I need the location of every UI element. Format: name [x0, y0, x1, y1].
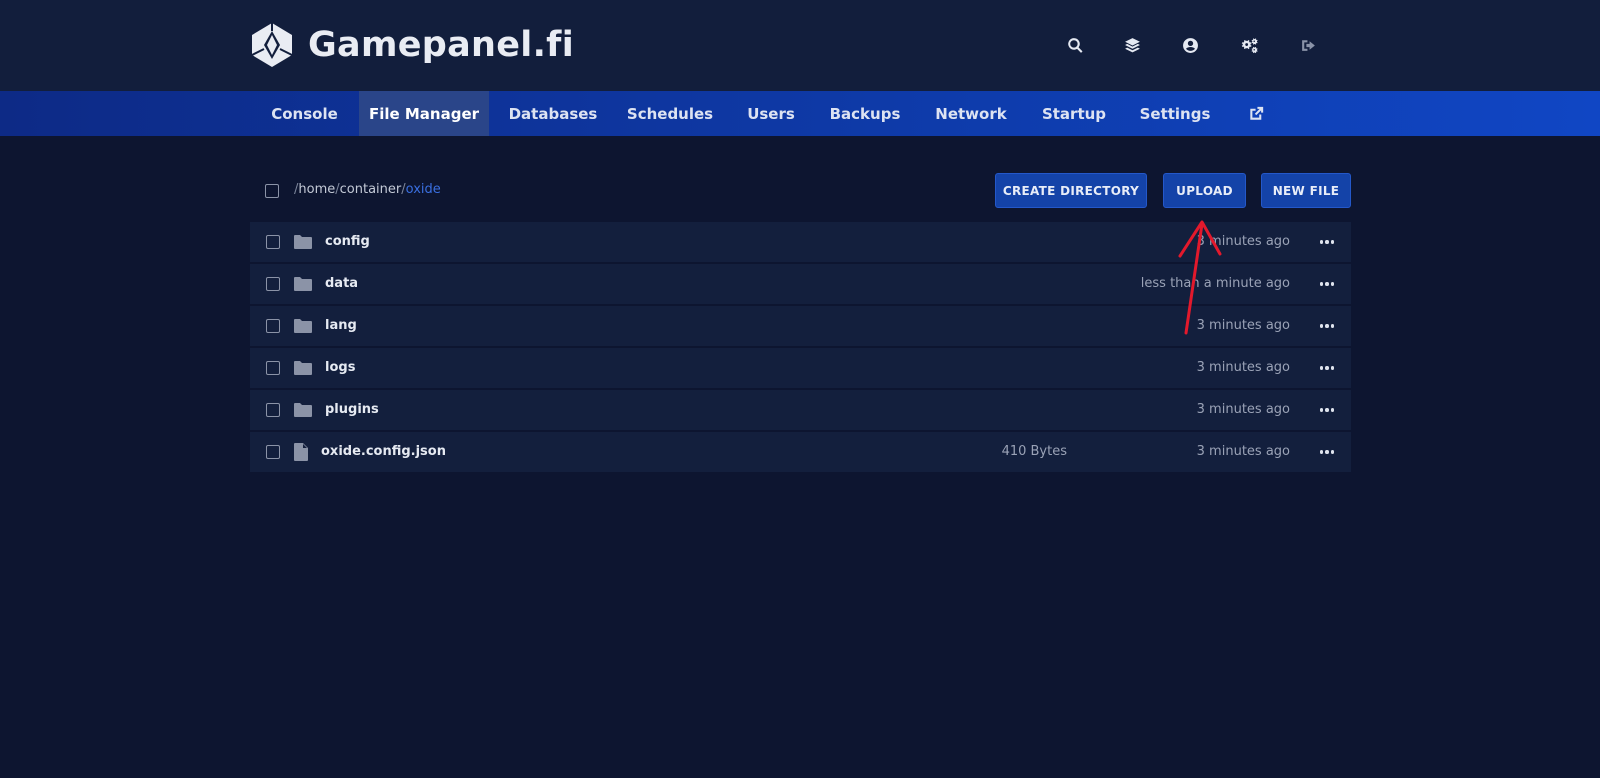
layers-icon[interactable] [1117, 30, 1147, 60]
file-name: config [325, 234, 370, 249]
row-checkbox[interactable] [266, 319, 280, 333]
account-icon[interactable] [1175, 30, 1205, 60]
file-row-data[interactable]: data less than a minute ago [250, 264, 1351, 304]
more-options-icon[interactable] [1315, 358, 1339, 378]
select-all-checkbox[interactable] [265, 184, 279, 198]
new-file-button[interactable]: NEW FILE [1261, 173, 1351, 208]
breadcrumb: / home / container / oxide [294, 182, 441, 197]
gamepanel-logo-icon [251, 23, 293, 67]
file-row-lang[interactable]: lang 3 minutes ago [250, 306, 1351, 346]
file-name: lang [325, 318, 357, 333]
more-options-icon[interactable] [1315, 400, 1339, 420]
row-checkbox[interactable] [266, 445, 280, 459]
tab-backups[interactable]: Backups [822, 91, 908, 136]
file-row-oxide-config-json[interactable]: oxide.config.json 410 Bytes 3 minutes ag… [250, 432, 1351, 472]
row-checkbox[interactable] [266, 277, 280, 291]
file-row-config[interactable]: config 3 minutes ago [250, 222, 1351, 262]
breadcrumb-current: oxide [405, 182, 441, 197]
row-checkbox[interactable] [266, 235, 280, 249]
row-checkbox[interactable] [266, 403, 280, 417]
top-header: Gamepanel.fi [0, 0, 1600, 91]
tab-settings[interactable]: Settings [1132, 91, 1218, 136]
search-icon[interactable] [1060, 30, 1090, 60]
tab-schedules[interactable]: Schedules [620, 91, 720, 136]
row-checkbox[interactable] [266, 361, 280, 375]
external-link-icon[interactable] [1236, 91, 1276, 136]
server-nav: Console File Manager Databases Schedules… [0, 91, 1600, 136]
file-name: logs [325, 360, 356, 375]
folder-icon [294, 276, 312, 292]
file-modified: 3 minutes ago [1196, 234, 1290, 249]
more-options-icon[interactable] [1315, 442, 1339, 462]
folder-icon [294, 234, 312, 250]
folder-icon [294, 318, 312, 334]
create-directory-button[interactable]: CREATE DIRECTORY [995, 173, 1147, 208]
logout-icon[interactable] [1293, 30, 1323, 60]
file-modified: 3 minutes ago [1196, 318, 1290, 333]
cogs-icon[interactable] [1234, 30, 1264, 60]
tab-startup[interactable]: Startup [1034, 91, 1114, 136]
file-modified: 3 minutes ago [1196, 360, 1290, 375]
file-row-plugins[interactable]: plugins 3 minutes ago [250, 390, 1351, 430]
tab-network[interactable]: Network [926, 91, 1016, 136]
file-modified: 3 minutes ago [1196, 402, 1290, 417]
header-toolbar [1060, 30, 1323, 60]
tab-users[interactable]: Users [738, 91, 804, 136]
file-name: plugins [325, 402, 379, 417]
brand-logo[interactable]: Gamepanel.fi [248, 20, 574, 70]
more-options-icon[interactable] [1315, 316, 1339, 336]
upload-button[interactable]: UPLOAD [1163, 173, 1246, 208]
breadcrumb-home[interactable]: home [298, 182, 335, 197]
file-size: 410 Bytes [1001, 444, 1067, 459]
tab-console[interactable]: Console [258, 91, 351, 136]
folder-icon [294, 402, 312, 418]
more-options-icon[interactable] [1315, 274, 1339, 294]
file-list: config 3 minutes ago data less than a mi… [250, 222, 1351, 474]
tab-databases[interactable]: Databases [502, 91, 604, 136]
brand-name: Gamepanel.fi [308, 25, 574, 65]
file-modified: less than a minute ago [1140, 276, 1290, 291]
file-modified: 3 minutes ago [1196, 444, 1290, 459]
tab-file-manager[interactable]: File Manager [359, 91, 489, 136]
file-text-icon [294, 443, 308, 461]
breadcrumb-container[interactable]: container [340, 182, 402, 197]
folder-icon [294, 360, 312, 376]
file-name: data [325, 276, 359, 291]
file-name: oxide.config.json [321, 444, 446, 459]
more-options-icon[interactable] [1315, 232, 1339, 252]
file-row-logs[interactable]: logs 3 minutes ago [250, 348, 1351, 388]
